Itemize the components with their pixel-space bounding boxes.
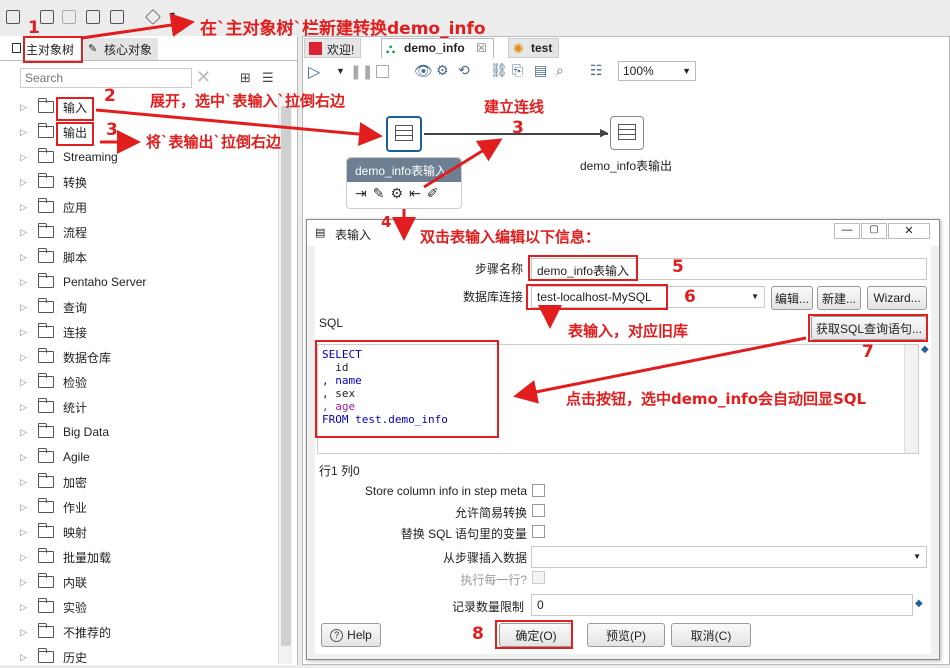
annotation-text-3a: 将`表输出`拉倒右边 xyxy=(146,133,282,151)
annotation-number-3b: 3 xyxy=(512,118,524,138)
annotation-number-6: 6 xyxy=(684,287,696,307)
annotation-number-1: 1 xyxy=(28,18,40,38)
annotation-number-3a: 3 xyxy=(106,120,118,140)
annotation-text-2: 展开，选中`表输入`拉倒右边 xyxy=(150,92,346,110)
annotation-number-7: 7 xyxy=(862,342,874,362)
arrow-link xyxy=(423,138,503,189)
annotation-number-2: 2 xyxy=(104,86,116,106)
annotation-text-link: 建立连线 xyxy=(484,98,545,116)
annotation-arrows xyxy=(81,13,807,404)
annotation-number-8: 8 xyxy=(472,624,484,644)
arrow-to-title xyxy=(81,13,195,40)
annotation-number-4: 4 xyxy=(381,213,392,231)
annotation-text-1: 在`主对象树`栏新建转换demo_info xyxy=(200,19,486,39)
annotation-text-4: 双击表输入编辑以下信息： xyxy=(420,228,601,246)
annotation-number-5: 5 xyxy=(672,257,684,277)
annotation-text-7: 点击按钮，选中demo_info会自动回显SQL xyxy=(566,390,867,408)
annotation-text-6: 表输入，对应旧库 xyxy=(568,322,689,340)
